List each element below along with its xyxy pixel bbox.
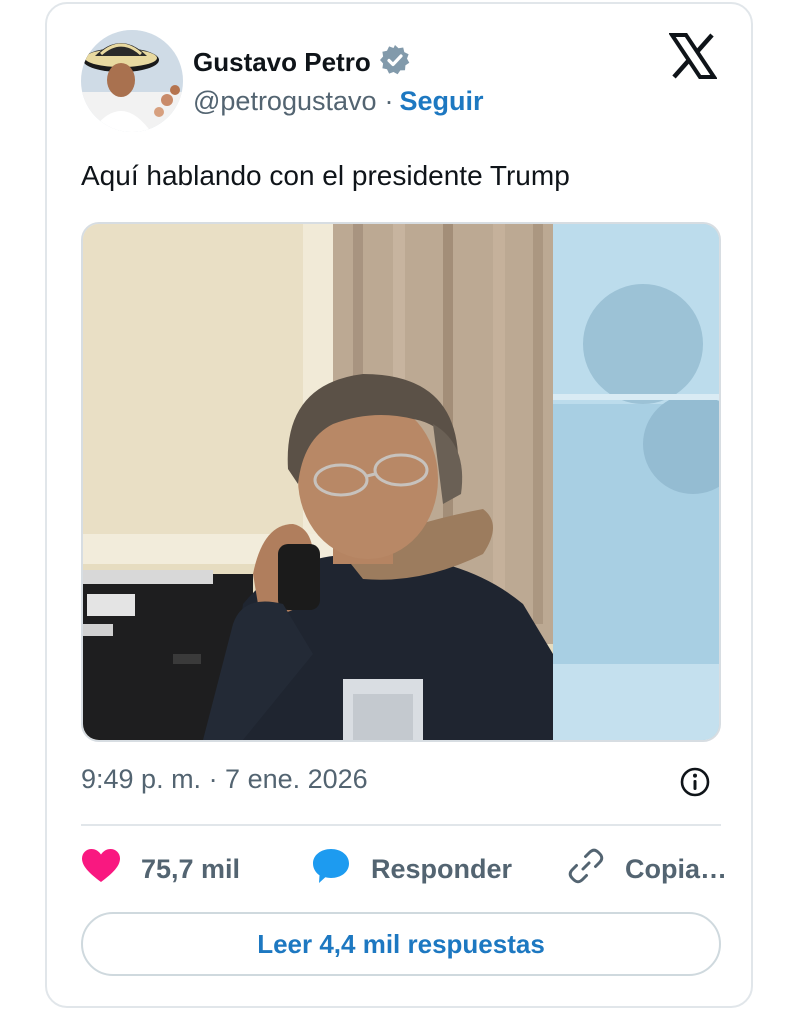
info-icon[interactable] [679, 766, 711, 798]
author-handle[interactable]: @petrogustavo [193, 86, 377, 117]
verified-badge-icon [379, 44, 411, 81]
reply-label: Responder [371, 853, 513, 884]
follow-button[interactable]: Seguir [400, 86, 484, 117]
copy-label: Copia… [625, 853, 728, 884]
actions-divider [81, 824, 721, 826]
like-count: 75,7 mil [141, 853, 241, 884]
tweet-timestamp[interactable]: 9:49 p. m. · 7 ene. 2026 [81, 764, 368, 795]
author-handle-row: @petrogustavo · Seguir [193, 86, 484, 117]
read-replies-button[interactable]: Leer 4,4 mil respuestas [81, 912, 721, 976]
reply-button[interactable]: Responder [311, 844, 512, 894]
tweet-card: Gustavo Petro @petrogustavo · Seguir Aqu… [45, 2, 753, 1008]
like-button[interactable]: 75,7 mil [81, 844, 240, 894]
avatar-photo [81, 30, 183, 132]
heart-icon [81, 848, 121, 891]
tweet-photo [83, 224, 719, 740]
author-name-row: Gustavo Petro [193, 44, 411, 81]
author-name[interactable]: Gustavo Petro [193, 47, 371, 78]
tweet-text: Aquí hablando con el presidente Trump [81, 160, 570, 191]
copy-link-button[interactable]: Copia… [567, 844, 727, 894]
tweet-media[interactable] [81, 222, 721, 742]
speech-bubble-icon [311, 846, 351, 893]
author-avatar[interactable] [81, 30, 183, 132]
x-logo-icon[interactable] [668, 32, 718, 80]
link-icon [567, 847, 605, 892]
tweet-actions: 75,7 mil Responder Copia… [81, 844, 727, 894]
handle-separator: · [384, 86, 394, 116]
